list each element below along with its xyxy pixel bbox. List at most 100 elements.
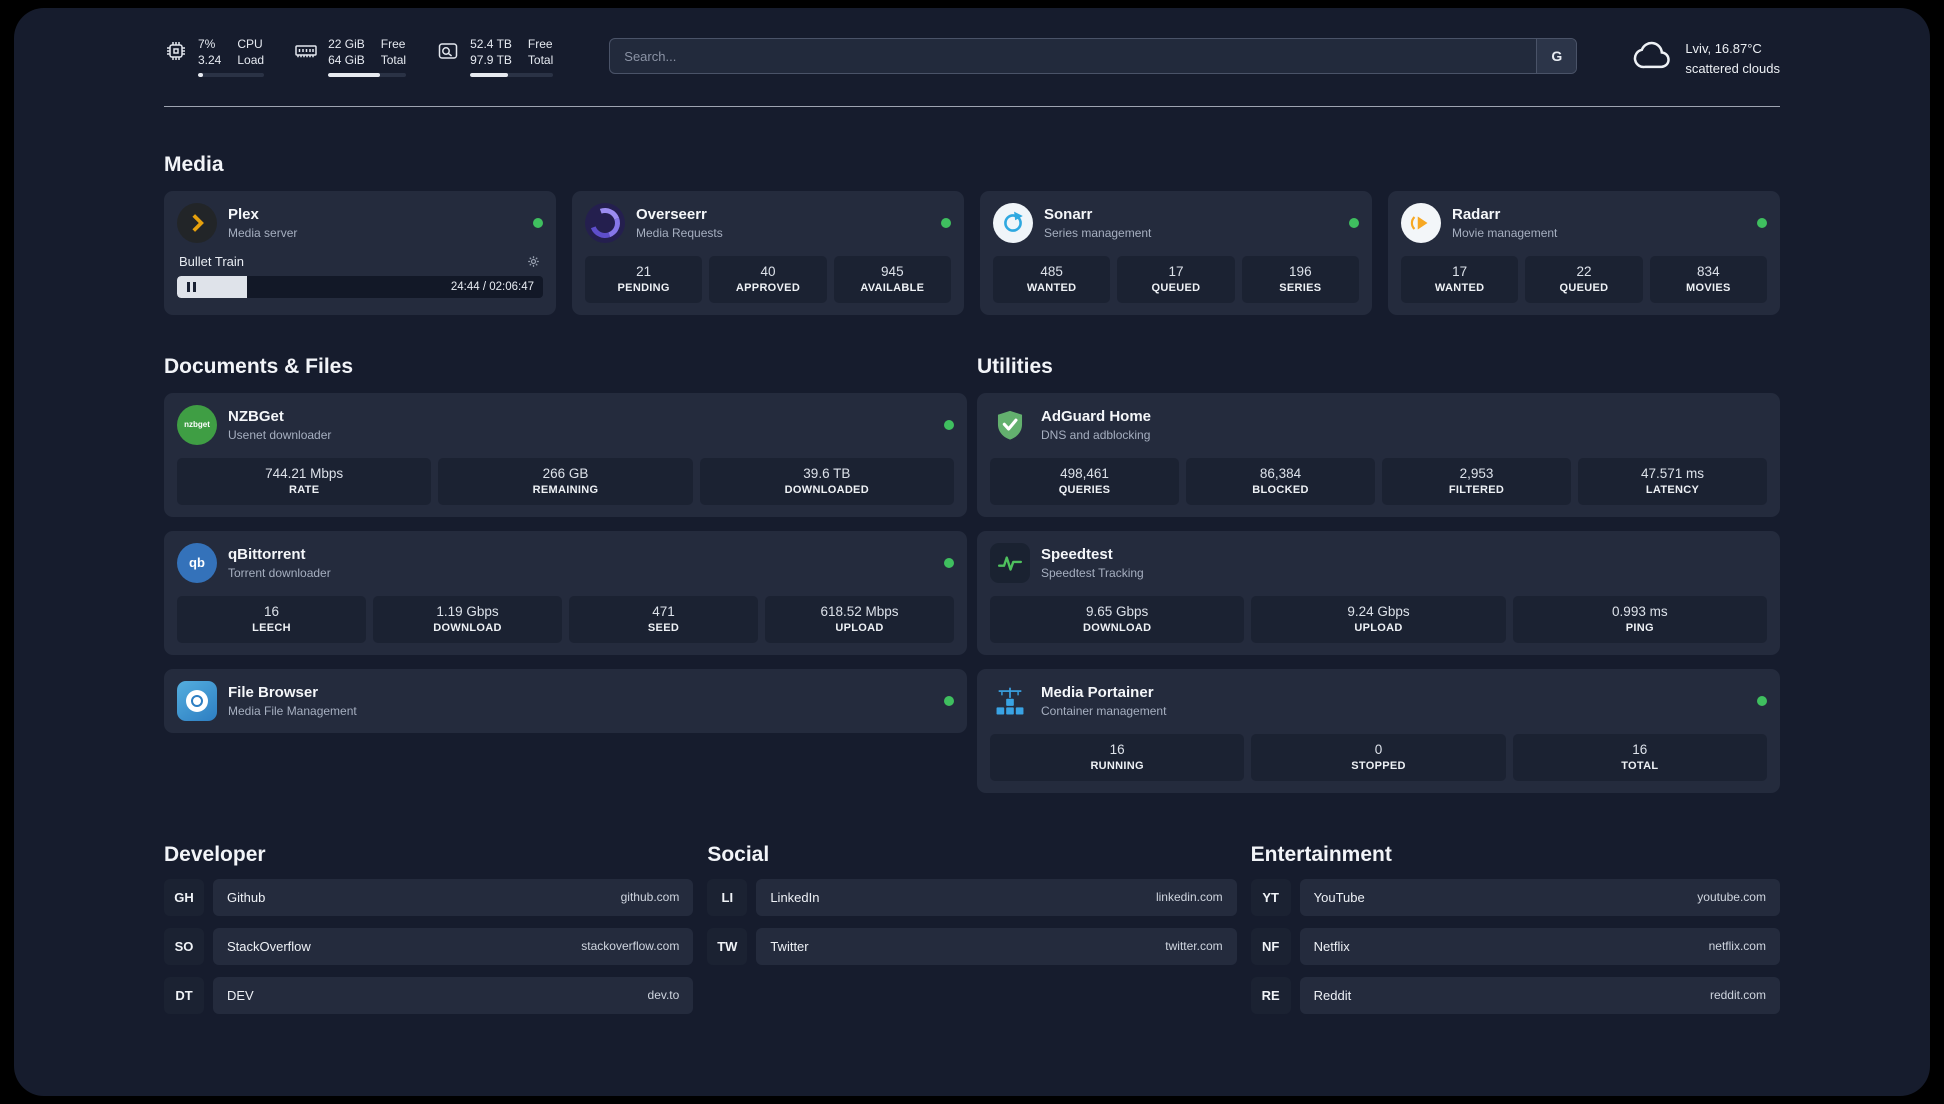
disk-free-label: Free xyxy=(527,37,553,51)
section-developer: Developer GH Github github.com SO StackO… xyxy=(164,842,694,1014)
stat-tile: 40 APPROVED xyxy=(709,255,827,303)
bookmark-pill: YouTube youtube.com xyxy=(1299,878,1780,916)
app-card-speedtest[interactable]: Speedtest Speedtest Tracking 9.65 Gbps D… xyxy=(977,530,1780,655)
app-card-portainer[interactable]: Media Portainer Container management 16 … xyxy=(977,668,1780,793)
stat-tile: 17 QUEUED xyxy=(1117,255,1235,303)
section-entertainment: Entertainment YT YouTube youtube.com NF … xyxy=(1250,842,1780,1014)
github-icon: GH xyxy=(164,878,204,916)
stat-label: FILTERED xyxy=(1448,483,1505,496)
section-title-developer: Developer xyxy=(164,842,266,866)
app-card-nzbget[interactable]: nzbget NZBGet Usenet downloader 744.21 M… xyxy=(164,392,967,517)
bookmark-pill: Twitter twitter.com xyxy=(756,927,1237,965)
bookmark-name: DEV xyxy=(227,987,254,1003)
bookmark-dev[interactable]: DT DEV dev.to xyxy=(164,976,694,1014)
filebrowser-icon xyxy=(177,680,217,721)
bookmark-stackoverflow[interactable]: SO StackOverflow stackoverflow.com xyxy=(164,927,694,965)
app-card-adguard[interactable]: AdGuard Home DNS and adblocking 498,461 … xyxy=(977,392,1780,517)
app-titles: Speedtest Speedtest Tracking xyxy=(1041,546,1144,580)
app-card-header: Radarr Movie management xyxy=(1401,202,1767,243)
playback-progress-bar[interactable]: 24:44 / 02:06:47 xyxy=(177,275,543,298)
bookmark-netflix[interactable]: NF Netflix netflix.com xyxy=(1250,927,1780,965)
app-card-sonarr[interactable]: Sonarr Series management 485 WANTED 17 Q… xyxy=(980,190,1372,315)
weather-widget: Lviv, 16.87°C scattered clouds xyxy=(1633,36,1780,82)
cpu-usage-fill xyxy=(198,73,203,78)
dashboard-root: 7% 3.24 CPU Load 22 GiB 64 GiB Free Tota… xyxy=(0,0,1944,1104)
bookmark-twitter[interactable]: TW Twitter twitter.com xyxy=(707,927,1237,965)
app-titles: Media Portainer Container management xyxy=(1041,684,1166,718)
search-bar: G xyxy=(609,38,1578,74)
app-card-header: File Browser Media File Management xyxy=(177,680,954,721)
netflix-icon: NF xyxy=(1250,927,1291,965)
app-name: File Browser xyxy=(228,683,319,701)
cpu-label: CPU xyxy=(237,37,263,51)
radarr-icon xyxy=(1401,202,1441,243)
section-social: Social LI LinkedIn linkedin.com TW Twitt… xyxy=(707,842,1237,965)
app-card-overseerr[interactable]: Overseerr Media Requests 21 PENDING 40 A… xyxy=(572,190,964,315)
ram-icon xyxy=(294,36,318,68)
status-dot xyxy=(1349,217,1359,228)
section-title-social: Social xyxy=(707,842,770,866)
section-title-entertainment: Entertainment xyxy=(1250,842,1392,866)
bookmark-reddit[interactable]: RE Reddit reddit.com xyxy=(1250,976,1780,1014)
app-card-filebrowser[interactable]: File Browser Media File Management xyxy=(164,668,967,733)
status-dot xyxy=(533,217,543,228)
app-stats: 21 PENDING 40 APPROVED 945 AVAILABLE xyxy=(585,255,951,303)
search-input[interactable] xyxy=(609,38,1578,74)
bookmark-github[interactable]: GH Github github.com xyxy=(164,878,694,916)
app-name: Overseerr xyxy=(636,205,707,223)
stat-label: AVAILABLE xyxy=(860,281,925,294)
stat-label: LATENCY xyxy=(1645,483,1700,496)
stat-value: 22 xyxy=(1576,263,1592,279)
bookmark-linkedin[interactable]: LI LinkedIn linkedin.com xyxy=(707,878,1237,916)
app-stats: 485 WANTED 17 QUEUED 196 SERIES xyxy=(993,255,1359,303)
dashboard-content: 7% 3.24 CPU Load 22 GiB 64 GiB Free Tota… xyxy=(14,8,1930,1054)
app-subtitle: Speedtest Tracking xyxy=(1041,565,1144,580)
reddit-icon: RE xyxy=(1250,976,1291,1014)
stat-label: PING xyxy=(1625,621,1654,634)
stat-value: 40 xyxy=(760,263,776,279)
stat-value: 2,953 xyxy=(1459,465,1494,481)
app-titles: Radarr Movie management xyxy=(1452,206,1557,240)
app-card-header: Speedtest Speedtest Tracking xyxy=(990,542,1767,583)
cpu-usage-bar xyxy=(198,73,265,78)
stat-label: LEECH xyxy=(252,621,291,634)
stat-value: 9.24 Gbps xyxy=(1347,603,1410,619)
app-subtitle: Media Requests xyxy=(636,225,723,240)
weather-location: Lviv, 16.87°C xyxy=(1685,41,1762,57)
search-engine-button[interactable]: G xyxy=(1536,39,1577,73)
app-card-header: Plex Media server xyxy=(177,202,543,243)
app-card-plex[interactable]: Plex Media server Bullet Train 24:44 / 0… xyxy=(164,190,556,315)
stat-label: REMAINING xyxy=(532,483,599,496)
ram-widget: 22 GiB 64 GiB Free Total xyxy=(294,36,407,78)
stat-label: SERIES xyxy=(1279,281,1322,294)
stat-label: DOWNLOAD xyxy=(1082,621,1152,634)
bookmark-name: Github xyxy=(227,889,266,905)
stat-label: WANTED xyxy=(1434,281,1485,294)
app-card-radarr[interactable]: Radarr Movie management 17 WANTED 22 QUE… xyxy=(1388,190,1780,315)
app-subtitle: Container management xyxy=(1041,703,1167,718)
pause-icon[interactable] xyxy=(187,281,196,292)
bookmark-url: stackoverflow.com xyxy=(581,939,680,953)
bookmark-youtube[interactable]: YT YouTube youtube.com xyxy=(1250,878,1780,916)
stat-label: PENDING xyxy=(617,281,670,294)
app-subtitle: Movie management xyxy=(1452,225,1558,240)
bookmark-pill: Github github.com xyxy=(213,878,694,916)
stat-tile: 9.65 Gbps DOWNLOAD xyxy=(990,595,1245,643)
stat-label: APPROVED xyxy=(735,281,801,294)
cpu-widget: 7% 3.24 CPU Load xyxy=(164,36,265,78)
stat-tile: 21 PENDING xyxy=(585,255,703,303)
stat-tile: 2,953 FILTERED xyxy=(1382,457,1571,505)
qbittorrent-icon-text: qb xyxy=(189,555,205,570)
stat-label: UPLOAD xyxy=(835,621,884,634)
app-titles: Overseerr Media Requests xyxy=(636,206,723,240)
stat-tile: 498,461 QUERIES xyxy=(990,457,1179,505)
status-dot xyxy=(1757,217,1767,228)
section-title-documents: Documents & Files xyxy=(164,354,354,378)
app-subtitle: Media File Management xyxy=(228,703,357,718)
settings-gear-icon[interactable] xyxy=(526,254,541,269)
stat-tile: 16 LEECH xyxy=(177,595,366,643)
app-name: AdGuard Home xyxy=(1041,407,1152,425)
stat-value: 485 xyxy=(1040,263,1063,279)
disk-widget: 52.4 TB 97.9 TB Free Total xyxy=(436,36,554,78)
app-card-qbittorrent[interactable]: qb qBittorrent Torrent downloader 16 LEE… xyxy=(164,530,967,655)
